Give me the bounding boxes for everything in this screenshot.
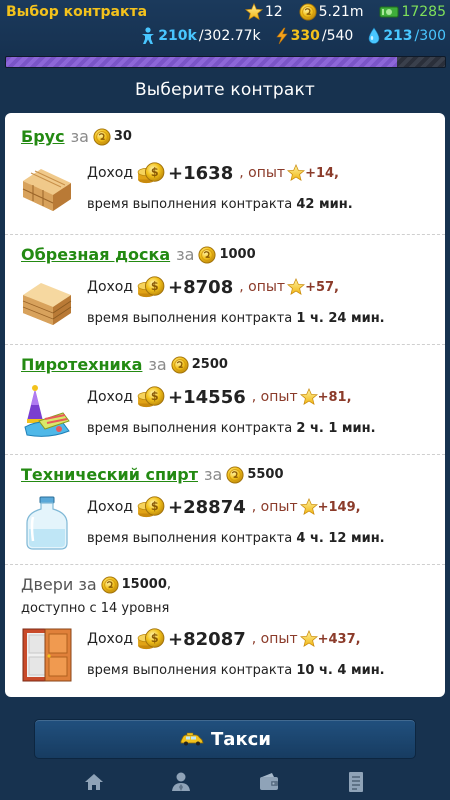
water-stat: 213/300 [367, 27, 446, 45]
contract-name-link[interactable]: Брус [21, 127, 65, 146]
top-bar: Выбор контракта 12 5.21m 17285 210k /302… [0, 0, 450, 56]
stats-row-city: 210k/302.77k 330/540 213/300 [140, 27, 446, 45]
taxi-car-icon [180, 732, 204, 746]
contract-duration: 2 ч. 1 мин. [296, 421, 376, 436]
timber-icon [22, 169, 71, 211]
wallet-icon [259, 772, 278, 790]
alcohol-bottle-icon [26, 496, 68, 550]
person-icon [142, 27, 155, 44]
contract-duration: 10 ч. 4 мин. [296, 663, 385, 678]
contract-duration: 42 мин. [296, 197, 353, 212]
water-drop-icon [369, 27, 380, 44]
screen-title: Выбор контракта [6, 4, 148, 20]
contract-price: 2500 [191, 357, 228, 372]
contract-income: +28874 [168, 496, 246, 518]
contract-xp: +81, [317, 389, 352, 405]
stats-row-resources: 12 5.21m 17285 [245, 3, 446, 21]
taxi-button[interactable]: Такси [34, 719, 416, 759]
energy-stat: 330/540 [275, 27, 353, 45]
xp-star-icon [300, 388, 318, 406]
bottom-navigation [0, 763, 450, 800]
experience-progress-bar [5, 56, 446, 68]
nav-wallet[interactable] [257, 770, 281, 794]
contract-xp: +149, [317, 499, 361, 515]
contract-name-link[interactable]: Технический спирт [21, 465, 198, 484]
contract-income: +8708 [168, 276, 234, 298]
money-stat: 17285 [379, 4, 446, 20]
contract-xp: +437, [317, 631, 361, 647]
coin-stack-icon [137, 161, 165, 185]
planks-icon [22, 283, 72, 325]
coins-stat: 5.21m [299, 3, 363, 21]
coin-icon [198, 246, 216, 264]
coin-icon [93, 128, 111, 146]
experience-progress-fill [6, 57, 397, 67]
coin-stack-icon [137, 275, 165, 299]
level-stat: 12 [245, 3, 283, 21]
page-subtitle: Выберите контракт [134, 80, 316, 100]
doors-icon [22, 628, 72, 682]
contract-name-link[interactable]: Обрезная доска [21, 245, 170, 264]
contract-price: 30 [113, 129, 132, 144]
contract-item-doors-locked: Двери за 15000, доступно с 14 уровня Дох… [5, 565, 445, 697]
contract-item-planks[interactable]: Обрезная доска за 1000 Доход +8708 , опы… [5, 235, 445, 345]
contract-income: +14556 [168, 386, 246, 408]
coin-icon [299, 3, 317, 21]
coin-stack-icon [137, 385, 165, 409]
contract-name-link[interactable]: Пиротехника [21, 355, 142, 374]
lightning-icon [276, 27, 288, 45]
coin-icon [226, 466, 244, 484]
contract-income: +1638 [168, 162, 234, 184]
banknote-icon [379, 6, 399, 18]
xp-star-icon [287, 278, 305, 296]
contract-price: 5500 [247, 467, 284, 482]
contract-list[interactable]: Брус за 30 Доход +1638 , опыт +14, время… [5, 113, 445, 697]
contract-item-technical-alcohol[interactable]: Технический спирт за 5500 Доход +28874 ,… [5, 455, 445, 565]
coin-stack-icon [137, 627, 165, 651]
list-icon [349, 771, 364, 792]
nav-list[interactable] [344, 770, 368, 794]
xp-star-icon [287, 164, 305, 182]
contract-item-fireworks[interactable]: Пиротехника за 2500 Доход +14556 , опыт … [5, 345, 445, 455]
contract-price: 1000 [219, 247, 256, 262]
level-star-icon [245, 3, 263, 21]
nav-home[interactable] [82, 770, 106, 794]
contract-xp: +57, [305, 279, 339, 295]
contract-duration: 1 ч. 24 мин. [296, 311, 385, 326]
home-icon [84, 773, 103, 790]
coin-stack-icon [137, 495, 165, 519]
contract-xp: +14, [305, 165, 339, 181]
contract-price: 15000 [121, 577, 167, 592]
xp-star-icon [300, 630, 318, 648]
fireworks-icon [24, 385, 70, 437]
person-icon [172, 772, 191, 791]
xp-star-icon [300, 498, 318, 516]
contract-income: +82087 [168, 628, 246, 650]
population-stat: 210k/302.77k [140, 27, 261, 45]
nav-profile[interactable] [169, 770, 193, 794]
contract-item-timber[interactable]: Брус за 30 Доход +1638 , опыт +14, время… [5, 113, 445, 235]
unlock-requirement: доступно с 14 уровня [21, 601, 170, 616]
coin-icon [171, 356, 189, 374]
coin-icon [101, 576, 119, 594]
taxi-button-label: Такси [211, 728, 271, 750]
contract-duration: 4 ч. 12 мин. [296, 531, 385, 546]
contract-name: Двери [21, 575, 74, 594]
